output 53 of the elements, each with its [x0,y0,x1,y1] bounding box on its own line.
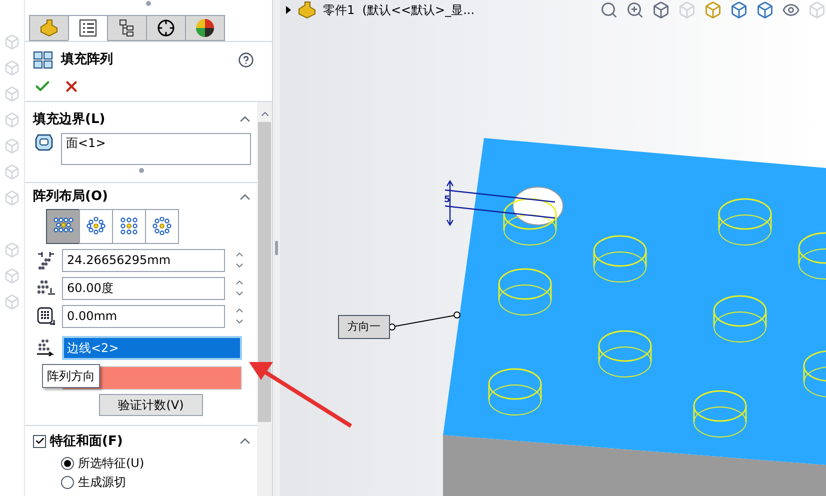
crosshair-icon [157,19,175,37]
option-label: 生成源切 [78,475,126,489]
radio-button[interactable] [61,476,74,488]
check-icon [34,436,44,446]
visibility-icon[interactable] [782,1,800,19]
angle-icon [36,279,56,297]
view-orientation-icon[interactable] [730,1,748,19]
face-icon [35,133,53,151]
layout-option[interactable] [145,208,179,244]
margin-icon [36,306,56,326]
panel-tab[interactable] [68,15,108,41]
display-style-icon[interactable] [756,1,774,19]
checkbox[interactable] [33,434,46,448]
section-title: 特征和面(F) [50,432,123,450]
pattern-layout-icon [118,217,140,235]
expand-icon[interactable] [286,6,291,14]
pattern-layout-icon [52,217,74,235]
panel-tab[interactable] [146,15,186,41]
part-icon [297,1,317,19]
direction-field[interactable]: 边线<2> [62,336,242,360]
layout-option[interactable] [79,208,113,244]
view-icon[interactable] [652,1,670,19]
spacing-icon [36,250,56,270]
feature-title: 填充阵列 [61,50,114,69]
dimension-value: 5 [444,194,450,207]
tree-icon [119,19,135,37]
color-wheel-icon [195,18,215,38]
layout-option[interactable] [46,208,80,244]
tree-path[interactable]: 零件1 (默认<<默认>_显... [323,1,475,19]
radio-button[interactable] [61,456,74,470]
zoom-area-icon[interactable] [626,1,644,19]
help-icon[interactable] [238,52,254,68]
option-label: 所选特征(U) [78,456,144,470]
direction-callout: 方向一 [338,315,390,339]
section-title: 填充边界(L) [33,110,106,128]
part-icon [39,19,59,37]
panel-tab[interactable] [107,15,147,41]
panel-tab[interactable] [185,15,225,41]
fill-pattern-icon [33,50,53,69]
value-field[interactable]: 0.00mm [62,304,225,328]
section-title: 阵列布局(O) [33,188,108,206]
pattern-layout-icon [152,217,172,235]
zoom-to-fit-icon[interactable] [600,1,618,19]
selection-box[interactable]: 面<1> [61,133,251,165]
value-field[interactable]: 60.00度 [62,276,225,300]
tooltip: 阵列方向 [42,364,100,388]
value-field[interactable]: 24.26656295mm [62,248,225,272]
list-icon [79,19,97,37]
layout-option[interactable] [112,208,146,244]
display-icon[interactable] [704,1,722,19]
pattern-layout-icon [86,217,106,235]
leader-line [389,311,461,331]
verify-count-button[interactable]: 验证计数(V) [99,394,203,416]
